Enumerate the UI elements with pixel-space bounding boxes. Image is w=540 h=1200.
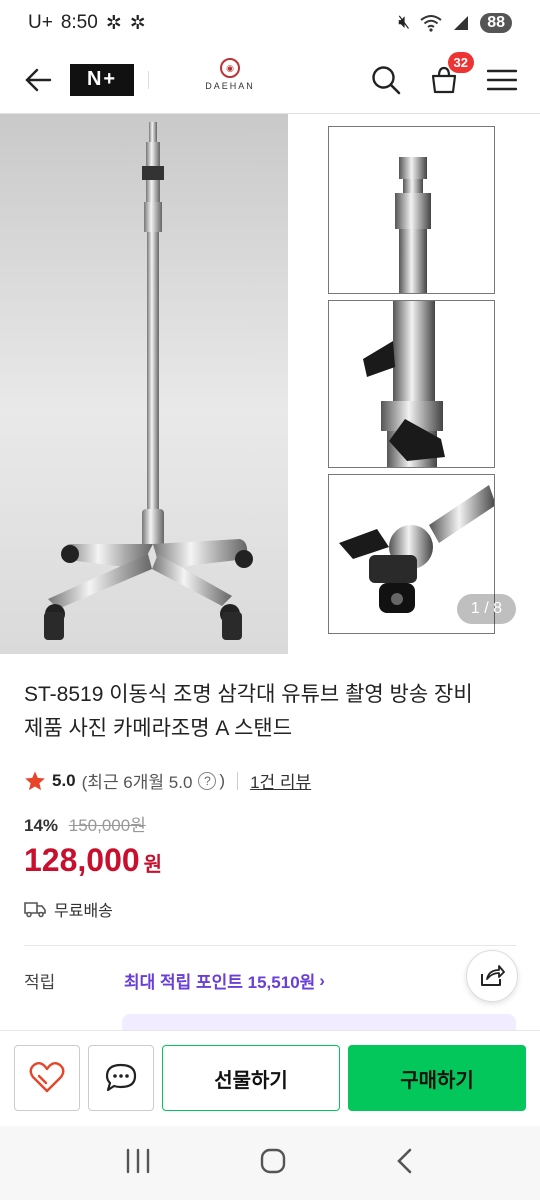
system-back-button[interactable]: [394, 1147, 416, 1180]
status-bar: U+ 8:50 ✲ ✲ 🔇︎ 88: [0, 0, 540, 46]
price-row: 128,000 원: [24, 842, 516, 879]
rating-score: 5.0: [52, 770, 76, 790]
home-icon: [260, 1148, 286, 1173]
product-title: ST-8519 이동식 조명 삼각대 유튜브 촬영 방송 장비 제품 사진 카메…: [24, 678, 516, 746]
cart-button[interactable]: 32: [424, 51, 474, 100]
product-image-gallery[interactable]: 1 / 8: [0, 114, 540, 654]
share-button[interactable]: [466, 950, 518, 1002]
wifi-icon: [420, 15, 442, 32]
signal-icon: [454, 16, 469, 30]
cart-count-badge: 32: [447, 51, 474, 73]
points-row[interactable]: 적립 최대 적립 포인트 15,510원 ›: [24, 968, 516, 993]
delivery-truck-icon: [24, 902, 46, 918]
status-right: 🔇︎ 88: [398, 12, 512, 34]
rating-row: 5.0 (최근 6개월 5.0 ? ) 1건 리뷰: [24, 768, 516, 793]
app-notification-icon-2: ✲: [129, 12, 146, 34]
original-price: 150,000원: [68, 816, 146, 835]
clock: 8:50: [60, 12, 98, 33]
share-icon: [481, 965, 505, 986]
thumbnail-image-2[interactable]: [328, 300, 495, 468]
status-left: U+ 8:50 ✲ ✲: [28, 12, 146, 35]
buy-button[interactable]: 구매하기: [348, 1045, 526, 1111]
carrier-label: U+: [28, 12, 53, 33]
knob-lock-illustration: [363, 301, 445, 467]
hamburger-menu-icon: [487, 69, 517, 90]
nav-divider: [148, 70, 149, 89]
shipping-row: 무료배송: [24, 897, 516, 921]
product-title-line-2: 제품 사진 카메라조명 A 스탠드: [24, 717, 293, 740]
battery-indicator: 88: [480, 13, 512, 33]
rating-recent: (최근 6개월 5.0: [81, 773, 193, 792]
star-icon: [25, 770, 45, 790]
recent-apps-button[interactable]: [124, 1148, 152, 1179]
section-divider: [24, 945, 516, 946]
wishlist-button[interactable]: [14, 1045, 80, 1111]
main-product-image[interactable]: [0, 114, 288, 654]
rating-divider: [237, 771, 239, 790]
home-button[interactable]: [259, 1147, 287, 1180]
light-stand-illustration: [44, 122, 253, 640]
nav-actions: 32: [366, 51, 522, 100]
points-label: 적립: [24, 973, 56, 992]
chevron-right-icon: ›: [319, 970, 325, 990]
system-navigation-bar: [0, 1126, 540, 1200]
naver-plus-store-badge[interactable]: N+: [70, 63, 134, 96]
recent-apps-icon: [126, 1148, 149, 1173]
back-arrow-icon: [25, 68, 52, 91]
brand-emblem-icon: ◉: [220, 58, 240, 78]
price-unit: 원: [143, 854, 163, 876]
back-button[interactable]: [18, 60, 58, 100]
chat-button[interactable]: [88, 1045, 154, 1111]
rating-recent-close: ): [219, 770, 226, 790]
mute-icon: 🔇︎: [398, 12, 411, 33]
chevron-left-icon: [397, 1148, 412, 1173]
search-icon: [372, 65, 401, 94]
top-navigation: N+ ◉ DAEHAN 32: [0, 46, 540, 114]
thumbnail-image-1[interactable]: [328, 126, 495, 294]
product-title-line-1: ST-8519 이동식 조명 삼각대 유튜브 촬영 방송 장비: [24, 683, 473, 706]
heart-icon: [29, 1062, 65, 1093]
stud-top-illustration: [395, 157, 431, 293]
info-icon[interactable]: ?: [198, 771, 217, 790]
sale-price: 128,000: [24, 842, 140, 878]
brand-logo[interactable]: ◉ DAEHAN: [197, 58, 263, 91]
gift-button[interactable]: 선물하기: [162, 1045, 340, 1111]
chat-bubble-icon: [105, 1063, 137, 1092]
points-value[interactable]: 최대 적립 포인트 15,510원: [124, 968, 315, 993]
search-button[interactable]: [366, 60, 406, 100]
purchase-action-bar: 선물하기 구매하기: [0, 1030, 540, 1125]
image-counter: 1 / 8: [456, 594, 516, 624]
discount-rate: 14%: [24, 816, 59, 835]
menu-button[interactable]: [482, 60, 522, 100]
price-discount-row: 14% 150,000원: [24, 811, 516, 836]
shipping-label: 무료배송: [54, 903, 113, 920]
app-notification-icon: ✲: [105, 12, 122, 34]
product-info: ST-8519 이동식 조명 삼각대 유튜브 촬영 방송 장비 제품 사진 카메…: [0, 654, 540, 1034]
brand-name: DAEHAN: [205, 81, 255, 91]
review-count-link[interactable]: 1건 리뷰: [250, 768, 311, 793]
